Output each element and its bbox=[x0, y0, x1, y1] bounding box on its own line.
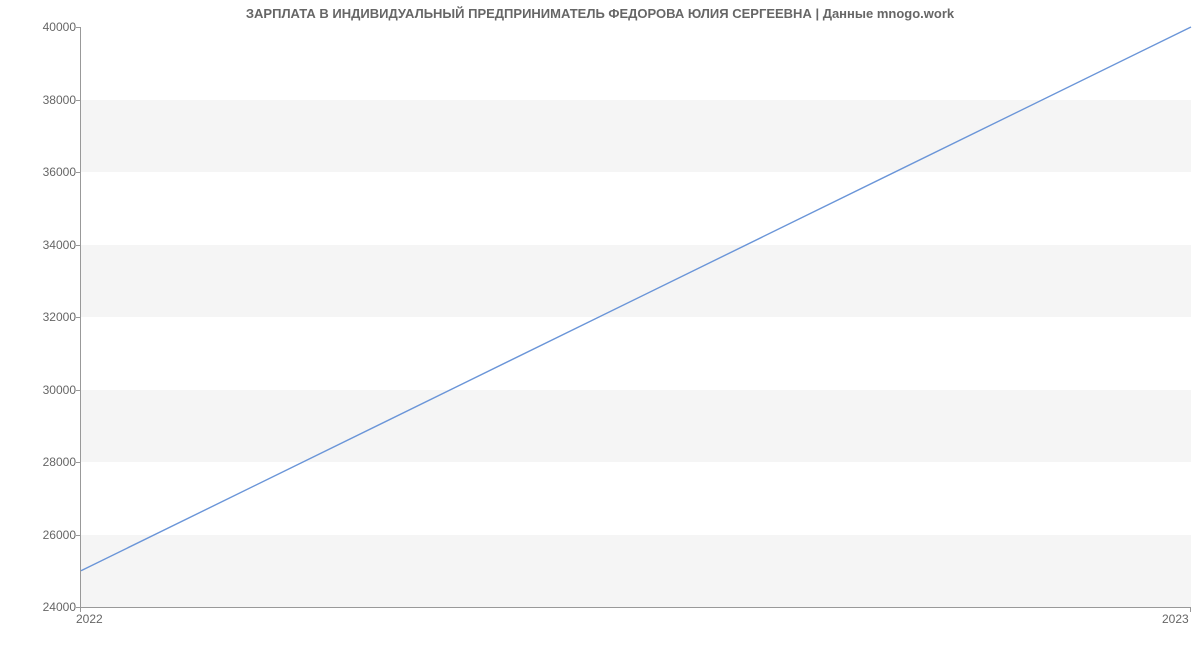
y-tick-label: 36000 bbox=[43, 165, 76, 179]
x-tick-label: 2023 bbox=[1162, 612, 1189, 626]
y-tick-label: 24000 bbox=[43, 600, 76, 614]
y-tick-label: 30000 bbox=[43, 383, 76, 397]
y-tick-mark bbox=[76, 462, 81, 463]
y-tick-mark bbox=[76, 245, 81, 246]
x-tick-mark bbox=[1190, 607, 1191, 612]
y-tick-label: 40000 bbox=[43, 20, 76, 34]
y-tick-mark bbox=[76, 390, 81, 391]
y-tick-mark bbox=[76, 172, 81, 173]
x-tick-label: 2022 bbox=[76, 612, 103, 626]
y-tick-mark bbox=[76, 535, 81, 536]
y-tick-label: 26000 bbox=[43, 528, 76, 542]
y-tick-label: 28000 bbox=[43, 455, 76, 469]
y-tick-label: 34000 bbox=[43, 238, 76, 252]
y-tick-mark bbox=[76, 100, 81, 101]
y-tick-label: 32000 bbox=[43, 310, 76, 324]
y-tick-mark bbox=[76, 317, 81, 318]
series-line bbox=[81, 27, 1191, 571]
y-tick-mark bbox=[76, 27, 81, 28]
plot-area bbox=[80, 27, 1191, 608]
y-tick-label: 38000 bbox=[43, 93, 76, 107]
chart-title: ЗАРПЛАТА В ИНДИВИДУАЛЬНЫЙ ПРЕДПРИНИМАТЕЛ… bbox=[0, 6, 1200, 21]
